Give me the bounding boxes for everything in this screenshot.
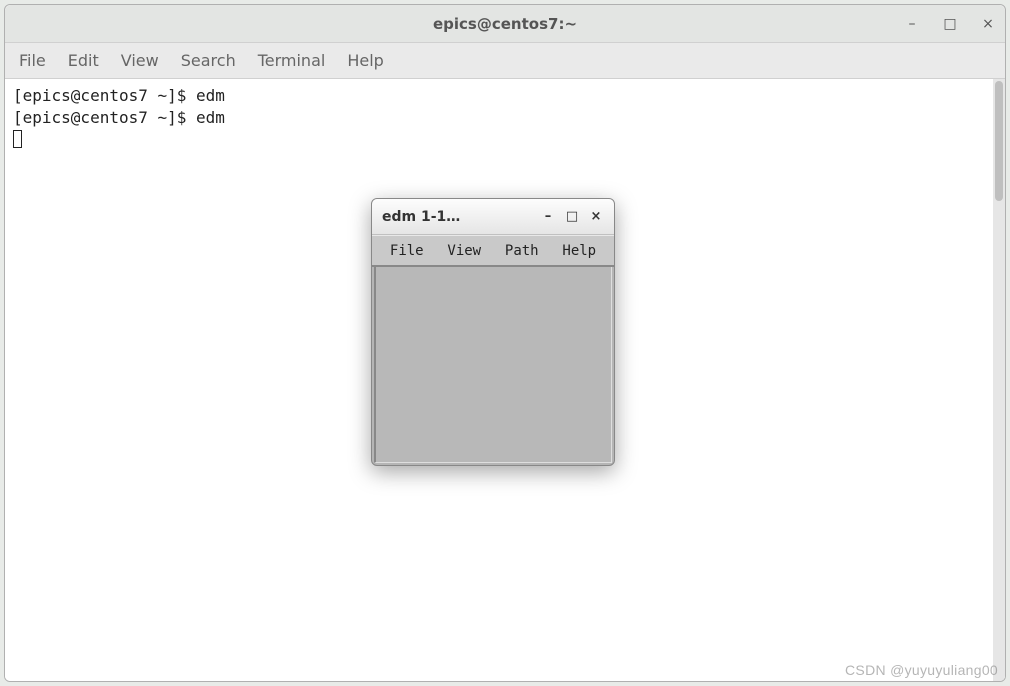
menu-edit[interactable]: Edit: [68, 51, 99, 70]
terminal-window-controls: – □ ×: [903, 16, 997, 32]
terminal-title: epics@centos7:~: [433, 15, 577, 33]
maximize-button[interactable]: □: [941, 16, 959, 32]
terminal-cursor: [13, 130, 22, 148]
minimize-button[interactable]: –: [540, 209, 556, 224]
close-button[interactable]: ×: [979, 16, 997, 32]
menu-file[interactable]: File: [19, 51, 46, 70]
minimize-button[interactable]: –: [903, 16, 921, 32]
edm-window: edm 1-1… – □ × File View Path Help: [371, 198, 615, 466]
edm-menubar: File View Path Help: [372, 235, 614, 267]
edm-menu-file[interactable]: File: [390, 243, 424, 259]
menu-terminal[interactable]: Terminal: [258, 51, 326, 70]
menu-view[interactable]: View: [121, 51, 159, 70]
edm-menu-help[interactable]: Help: [562, 243, 596, 259]
edm-title: edm 1-1…: [382, 209, 532, 225]
terminal-menubar: File Edit View Search Terminal Help: [5, 43, 1005, 79]
edm-menu-path[interactable]: Path: [505, 243, 539, 259]
edm-titlebar[interactable]: edm 1-1… – □ ×: [372, 199, 614, 235]
edm-body[interactable]: [374, 267, 612, 463]
terminal-titlebar[interactable]: epics@centos7:~ – □ ×: [5, 5, 1005, 43]
menu-help[interactable]: Help: [347, 51, 383, 70]
terminal-line: [epics@centos7 ~]$ edm: [13, 108, 225, 127]
maximize-button[interactable]: □: [564, 209, 580, 224]
terminal-line: [epics@centos7 ~]$ edm: [13, 86, 225, 105]
menu-search[interactable]: Search: [181, 51, 236, 70]
scrollbar-thumb[interactable]: [995, 81, 1003, 201]
edm-menu-view[interactable]: View: [447, 243, 481, 259]
terminal-scrollbar[interactable]: [993, 79, 1005, 681]
close-button[interactable]: ×: [588, 209, 604, 224]
